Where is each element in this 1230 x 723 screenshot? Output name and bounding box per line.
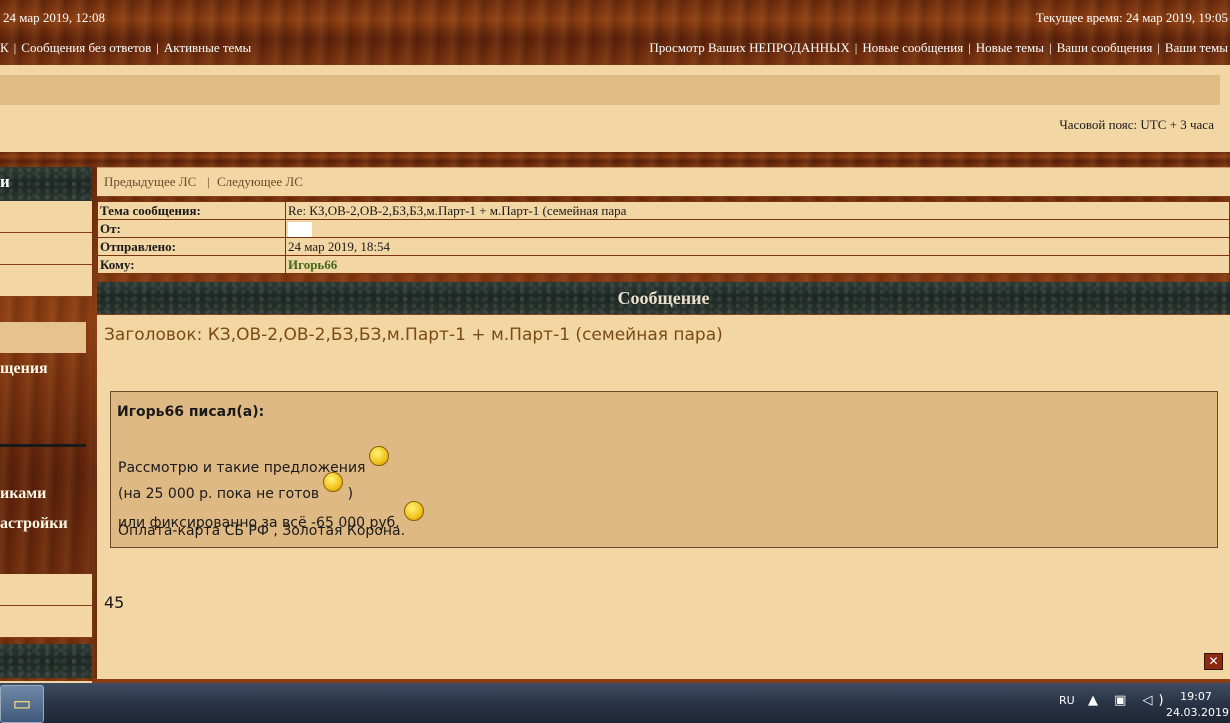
- current-time: Текущее время: 24 мар 2019, 19:05: [1035, 10, 1228, 25]
- from-value: [285, 219, 1230, 238]
- sidebar: и щения иками астройки: [0, 167, 92, 681]
- divider-strip: [0, 152, 1230, 167]
- message-text: 45: [104, 593, 125, 612]
- quote-block: Игорь66 писал(а): Рассмотрю и такие пред…: [110, 391, 1218, 548]
- subject-label: Тема сообщения:: [97, 201, 286, 220]
- sidebar-item[interactable]: [0, 265, 92, 297]
- nav-link-new-posts[interactable]: Новые сообщения: [862, 40, 963, 55]
- clock-date: 24.03.2019: [1166, 706, 1229, 719]
- nav-link-your-posts[interactable]: Ваши сообщения: [1057, 40, 1153, 55]
- info-panel: Часовой пояс: UTC + 3 часа: [0, 65, 1220, 152]
- sent-value: 24 мар 2019, 18:54: [285, 237, 1230, 256]
- sidebar-item[interactable]: [0, 233, 92, 265]
- table-row: Отправлено: 24 мар 2019, 18:54: [97, 237, 1230, 256]
- sidebar-item-messages[interactable]: щения: [0, 360, 48, 378]
- table-row: Кому: Игорь66: [97, 255, 1230, 274]
- last-visit-date: 24 мар 2019, 12:08: [3, 10, 106, 25]
- nav-link-unanswered[interactable]: Сообщения без ответов: [21, 40, 151, 55]
- to-label: Кому:: [97, 255, 286, 274]
- to-cell: Игорь66: [285, 255, 1230, 274]
- timezone-label: Часовой пояс: UTC + 3 часа: [1059, 117, 1214, 132]
- recipient-link[interactable]: Игорь66: [288, 257, 337, 272]
- from-label: От:: [97, 219, 286, 238]
- language-indicator[interactable]: RU: [1059, 694, 1075, 707]
- sidebar-item-selected[interactable]: [0, 322, 86, 353]
- breadcrumb-band: [0, 75, 1220, 105]
- prev-pm-link[interactable]: Предыдущее ЛС: [104, 174, 196, 190]
- sidebar-item-settings[interactable]: астройки: [0, 515, 68, 533]
- sidebar-item-friends[interactable]: иками: [0, 485, 46, 503]
- from-blank-field: [288, 221, 312, 237]
- top-bar: 24 мар 2019, 12:08 Текущее время: 24 мар…: [0, 0, 1230, 65]
- nav-link-active-topics[interactable]: Активные темы: [164, 40, 251, 55]
- pm-navigation: Предыдущее ЛС | Следующее ЛС: [97, 167, 1230, 197]
- sidebar-item[interactable]: [0, 201, 92, 233]
- sidebar-item[interactable]: [0, 606, 92, 638]
- next-pm-link[interactable]: Следующее ЛС: [217, 174, 303, 190]
- quick-nav-right: Просмотр Ваших НЕПРОДАННЫХ | Новые сообщен…: [649, 40, 1228, 55]
- message-section-header: Сообщение: [97, 282, 1230, 314]
- quick-nav-left: К | Сообщения без ответов | Активные темы: [0, 40, 252, 55]
- message-body: Заголовок: КЗ,ОВ-2,ОВ-2,БЗ,БЗ,м.Парт-1 +…: [97, 315, 1230, 681]
- nav-link-new-topics[interactable]: Новые темы: [976, 40, 1044, 55]
- sent-label: Отправлено:: [97, 237, 286, 256]
- quote-author: Игорь66 писал(а):: [117, 404, 265, 420]
- quote-line-4: Оплата-карта СБ РФ , Золотая Корона.: [118, 523, 406, 539]
- main-content: Предыдущее ЛС | Следующее ЛС Тема сообще…: [92, 167, 1230, 681]
- table-row: От:: [97, 219, 1230, 238]
- message-subject: Заголовок: КЗ,ОВ-2,ОВ-2,БЗ,БЗ,м.Парт-1 +…: [104, 325, 723, 345]
- idea-smiley-icon: [369, 446, 390, 466]
- tray-icons[interactable]: ▲ ▣ ◁): [1088, 693, 1170, 708]
- quote-line-2: (на 25 000 р. пока не готов ): [118, 472, 353, 502]
- cool-smiley-icon: [323, 472, 344, 492]
- sidebar-item[interactable]: [0, 574, 92, 606]
- subject-value: Re: КЗ,ОВ-2,ОВ-2,БЗ,БЗ,м.Парт-1 + м.Парт…: [285, 201, 1230, 220]
- table-row: Тема сообщения: Re: КЗ,ОВ-2,ОВ-2,БЗ,БЗ,м…: [97, 201, 1230, 220]
- pm-nav-separator: |: [207, 174, 210, 189]
- sidebar-rule: [0, 444, 86, 447]
- close-button[interactable]: ✕: [1204, 653, 1223, 670]
- message-header-table: Тема сообщения: Re: КЗ,ОВ-2,ОВ-2,БЗ,БЗ,м…: [97, 201, 1230, 274]
- sidebar-header-2: [0, 644, 92, 678]
- clock-time: 19:07: [1180, 690, 1212, 703]
- explorer-folder-icon[interactable]: ▭: [0, 685, 44, 723]
- nav-link-unsold[interactable]: Просмотр Ваших НЕПРОДАННЫХ: [649, 40, 849, 55]
- taskbar: ▭ RU ▲ ▣ ◁) 19:07 24.03.2019: [0, 683, 1230, 723]
- sidebar-header: и: [0, 167, 92, 201]
- nav-link-your-topics[interactable]: Ваши темы: [1165, 40, 1228, 55]
- nav-link-truncated[interactable]: К: [0, 40, 9, 55]
- flower-smiley-icon: [403, 501, 424, 521]
- clock[interactable]: 19:07 24.03.2019: [1166, 689, 1229, 721]
